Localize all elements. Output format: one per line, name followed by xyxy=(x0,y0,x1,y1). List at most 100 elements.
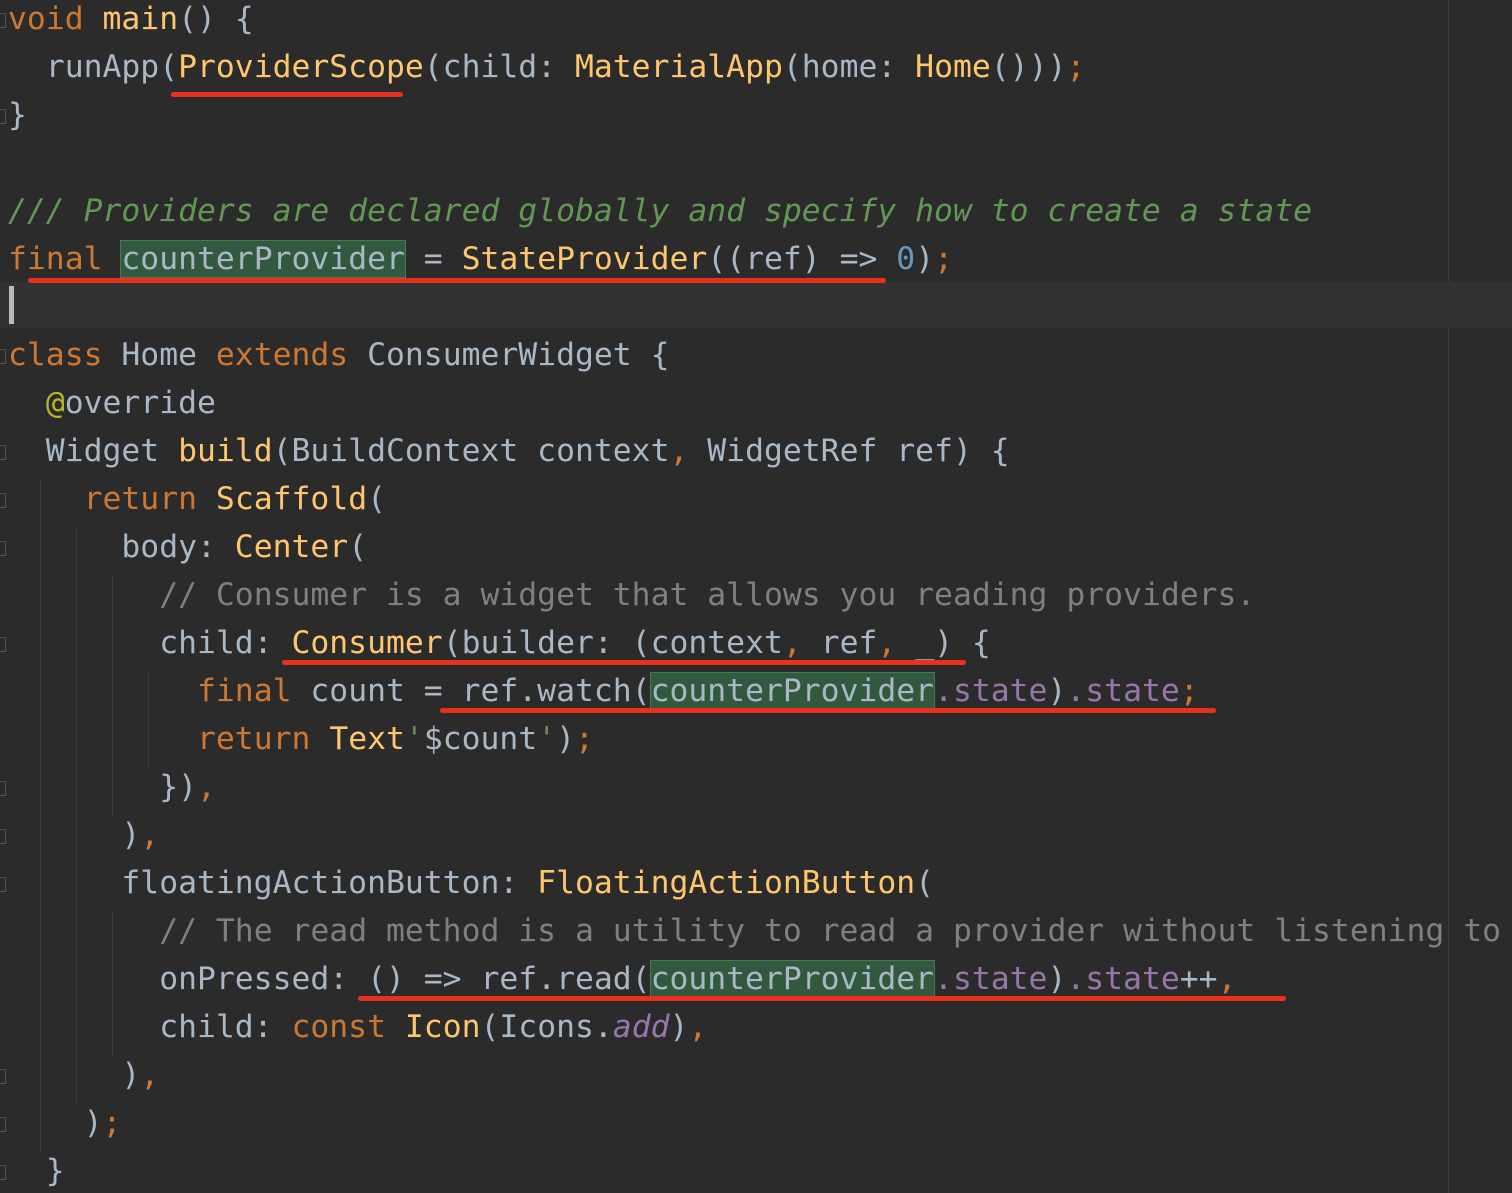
code-token: (child: xyxy=(423,49,575,85)
code-token: , xyxy=(688,1009,708,1045)
code-line[interactable]: body: Center( xyxy=(8,523,367,571)
fold-marker-icon[interactable] xyxy=(0,1117,6,1132)
code-line[interactable]: return Scaffold( xyxy=(8,475,386,523)
code-token: onPressed: () => ref.read( xyxy=(8,961,651,997)
fold-marker-icon[interactable] xyxy=(0,781,6,796)
code-token: Center xyxy=(234,529,349,565)
code-line[interactable]: final counterProvider = StateProvider((r… xyxy=(8,235,953,283)
fold-marker-icon[interactable] xyxy=(0,445,6,460)
fold-marker-icon[interactable] xyxy=(0,541,6,556)
code-token: Home xyxy=(915,49,991,85)
code-line[interactable]: void main() { xyxy=(8,0,254,43)
code-token: FloatingActionButton xyxy=(537,865,916,901)
code-token: build xyxy=(178,433,273,469)
code-token: ConsumerWidget { xyxy=(348,337,670,373)
code-line[interactable]: ); xyxy=(8,1099,122,1147)
code-token: , xyxy=(669,433,689,469)
red-underline-mark xyxy=(28,278,886,283)
code-token: , xyxy=(140,817,160,853)
code-token: ) xyxy=(8,1105,103,1141)
code-token: ((ref) => xyxy=(707,241,897,277)
code-token: ProviderScope xyxy=(178,49,424,85)
highlighted-identifier: counterProvider xyxy=(120,240,406,278)
fold-marker-icon[interactable] xyxy=(0,637,6,652)
fold-marker-icon[interactable] xyxy=(0,1069,6,1084)
fold-marker-icon[interactable] xyxy=(0,829,6,844)
code-token: count = ref.watch( xyxy=(291,673,651,709)
code-line[interactable]: return Text'$count'); xyxy=(8,715,594,763)
red-underline-mark xyxy=(171,92,403,97)
code-token: // Consumer is a widget that allows you … xyxy=(159,577,1256,613)
code-token: ) xyxy=(1047,673,1067,709)
code-token: (BuildContext context xyxy=(272,433,670,469)
code-token: void xyxy=(8,1,84,37)
code-token: @ xyxy=(45,385,65,421)
code-token: ; xyxy=(575,721,594,757)
code-token: ; xyxy=(102,1105,122,1141)
code-token: } xyxy=(8,97,27,133)
highlighted-identifier: counterProvider xyxy=(649,960,936,998)
code-token: ( xyxy=(348,529,368,565)
fold-marker-icon[interactable] xyxy=(0,109,6,124)
code-token: , xyxy=(1217,961,1237,997)
code-line[interactable]: // Consumer is a widget that allows you … xyxy=(8,571,1255,619)
code-line[interactable]: }), xyxy=(8,763,216,811)
code-token: ' xyxy=(537,721,557,757)
code-token: const xyxy=(291,1009,386,1045)
code-token: /// Providers are declared globally and … xyxy=(8,193,1313,229)
code-token: .state xyxy=(934,673,1048,709)
code-token: $count xyxy=(423,721,538,757)
code-token: .state xyxy=(1066,673,1180,709)
red-underline-mark xyxy=(358,996,1286,1001)
code-token: Widget xyxy=(8,433,179,469)
code-line[interactable]: } xyxy=(8,91,27,139)
code-token: .state xyxy=(934,961,1048,997)
code-line[interactable]: floatingActionButton: FloatingActionButt… xyxy=(8,859,934,907)
code-line[interactable]: class Home extends ConsumerWidget { xyxy=(8,331,669,379)
fold-marker-icon[interactable] xyxy=(0,349,6,364)
code-token: WidgetRef ref) { xyxy=(688,433,1010,469)
code-line[interactable]: ), xyxy=(8,811,159,859)
code-token: _) { xyxy=(896,625,991,661)
code-token: (home: xyxy=(782,49,916,85)
code-token: (builder: (context xyxy=(442,625,783,661)
fold-marker-icon[interactable] xyxy=(0,493,6,508)
code-token: , xyxy=(782,625,802,661)
code-token: ' xyxy=(404,721,424,757)
code-token: class xyxy=(8,337,103,373)
code-line[interactable]: Widget build(BuildContext context, Widge… xyxy=(8,427,1010,475)
code-token: = xyxy=(404,241,462,277)
code-line[interactable]: runApp(ProviderScope(child: MaterialApp(… xyxy=(8,43,1086,91)
code-token: ; xyxy=(934,241,953,277)
code-token: ) xyxy=(8,817,141,853)
code-token: ref xyxy=(801,625,878,661)
code-token: , xyxy=(877,625,897,661)
code-token: add xyxy=(612,1009,670,1045)
code-token: Icon xyxy=(404,1009,481,1045)
code-line[interactable]: ), xyxy=(8,1051,159,1099)
code-token: ) xyxy=(915,241,935,277)
code-token: floatingActionButton: xyxy=(8,865,538,901)
code-line[interactable]: @override xyxy=(8,379,216,427)
code-token: main xyxy=(102,1,179,37)
code-line[interactable]: child: const Icon(Icons.add), xyxy=(8,1003,707,1051)
fold-marker-icon[interactable] xyxy=(0,1165,6,1180)
code-line[interactable]: /// Providers are declared globally and … xyxy=(8,187,1312,235)
code-token: ( xyxy=(367,481,387,517)
code-token: Text xyxy=(329,721,405,757)
code-token: () { xyxy=(178,1,254,37)
code-token: Scaffold xyxy=(215,481,368,517)
fold-marker-icon[interactable] xyxy=(0,877,6,892)
fold-marker-icon[interactable] xyxy=(0,13,6,28)
code-line[interactable]: } xyxy=(8,1147,65,1193)
code-editor[interactable]: void main() { runApp(ProviderScope(child… xyxy=(0,0,1512,1193)
code-line[interactable]: // The read method is a utility to read … xyxy=(8,907,1512,955)
code-token: // The read method is a utility to read … xyxy=(159,913,1512,949)
code-token: runApp( xyxy=(8,49,179,85)
